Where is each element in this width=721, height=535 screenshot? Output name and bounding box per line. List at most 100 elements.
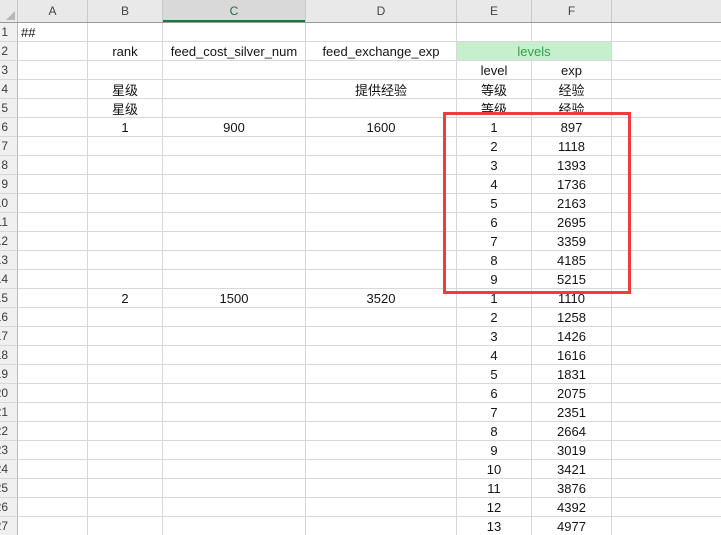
cell-C12[interactable] <box>163 232 306 251</box>
cell-E27[interactable]: 13 <box>457 517 532 535</box>
row-header-8[interactable]: 8 <box>0 156 18 175</box>
row-header-27[interactable]: 27 <box>0 517 18 535</box>
cell-G20[interactable] <box>612 384 721 403</box>
cell-D27[interactable] <box>306 517 457 535</box>
cell-A26[interactable] <box>18 498 88 517</box>
cell-C14[interactable] <box>163 270 306 289</box>
row-header-22[interactable]: 22 <box>0 422 18 441</box>
cell-F8[interactable]: 1393 <box>532 156 612 175</box>
cell-F13[interactable]: 4185 <box>532 251 612 270</box>
cell-A27[interactable] <box>18 517 88 535</box>
cell-F12[interactable]: 3359 <box>532 232 612 251</box>
row-header-2[interactable]: 2 <box>0 42 18 61</box>
cell-A19[interactable] <box>18 365 88 384</box>
cell-B9[interactable] <box>88 175 163 194</box>
cell-G4[interactable] <box>612 80 721 99</box>
cell-F22[interactable]: 2664 <box>532 422 612 441</box>
cell-E12[interactable]: 7 <box>457 232 532 251</box>
cell-B22[interactable] <box>88 422 163 441</box>
cell-D23[interactable] <box>306 441 457 460</box>
cell-B5[interactable]: 星级 <box>88 99 163 118</box>
cell-C18[interactable] <box>163 346 306 365</box>
cell-E5[interactable]: 等级 <box>457 99 532 118</box>
cell-D26[interactable] <box>306 498 457 517</box>
cell-G9[interactable] <box>612 175 721 194</box>
row-header-3[interactable]: 3 <box>0 61 18 80</box>
cell-G3[interactable] <box>612 61 721 80</box>
cell-C21[interactable] <box>163 403 306 422</box>
cell-A5[interactable] <box>18 99 88 118</box>
cell-B2[interactable]: rank <box>88 42 163 61</box>
cell-F1[interactable] <box>532 23 612 42</box>
cell-D5[interactable] <box>306 99 457 118</box>
cell-E1[interactable] <box>457 23 532 42</box>
cell-F6[interactable]: 897 <box>532 118 612 137</box>
row-header-18[interactable]: 18 <box>0 346 18 365</box>
cell-A17[interactable] <box>18 327 88 346</box>
cell-C3[interactable] <box>163 61 306 80</box>
row-header-14[interactable]: 14 <box>0 270 18 289</box>
cell-E9[interactable]: 4 <box>457 175 532 194</box>
cell-C2[interactable]: feed_cost_silver_num <box>163 42 306 61</box>
cell-D17[interactable] <box>306 327 457 346</box>
cell-A11[interactable] <box>18 213 88 232</box>
cell-E13[interactable]: 8 <box>457 251 532 270</box>
cell-G12[interactable] <box>612 232 721 251</box>
cell-E11[interactable]: 6 <box>457 213 532 232</box>
row-header-13[interactable]: 13 <box>0 251 18 270</box>
cell-D10[interactable] <box>306 194 457 213</box>
cell-A20[interactable] <box>18 384 88 403</box>
cell-A16[interactable] <box>18 308 88 327</box>
cell-B20[interactable] <box>88 384 163 403</box>
cell-A9[interactable] <box>18 175 88 194</box>
cell-C1[interactable] <box>163 23 306 42</box>
cell-G11[interactable] <box>612 213 721 232</box>
cell-D24[interactable] <box>306 460 457 479</box>
cell-B18[interactable] <box>88 346 163 365</box>
cell-G26[interactable] <box>612 498 721 517</box>
cell-B24[interactable] <box>88 460 163 479</box>
cell-D13[interactable] <box>306 251 457 270</box>
row-header-5[interactable]: 5 <box>0 99 18 118</box>
cell-D4[interactable]: 提供经验 <box>306 80 457 99</box>
cell-B16[interactable] <box>88 308 163 327</box>
cell-E18[interactable]: 4 <box>457 346 532 365</box>
cell-G2[interactable] <box>612 42 721 61</box>
cell-A18[interactable] <box>18 346 88 365</box>
cell-D15[interactable]: 3520 <box>306 289 457 308</box>
cell-D25[interactable] <box>306 479 457 498</box>
row-header-26[interactable]: 26 <box>0 498 18 517</box>
row-header-23[interactable]: 23 <box>0 441 18 460</box>
cell-F23[interactable]: 3019 <box>532 441 612 460</box>
row-header-20[interactable]: 20 <box>0 384 18 403</box>
row-header-10[interactable]: 10 <box>0 194 18 213</box>
cell-F17[interactable]: 1426 <box>532 327 612 346</box>
cell-D21[interactable] <box>306 403 457 422</box>
row-header-7[interactable]: 7 <box>0 137 18 156</box>
cell-F5[interactable]: 经验 <box>532 99 612 118</box>
cell-B8[interactable] <box>88 156 163 175</box>
cell-E20[interactable]: 6 <box>457 384 532 403</box>
cell-B19[interactable] <box>88 365 163 384</box>
cell-E14[interactable]: 9 <box>457 270 532 289</box>
row-header-6[interactable]: 6 <box>0 118 18 137</box>
cell-D7[interactable] <box>306 137 457 156</box>
cell-A13[interactable] <box>18 251 88 270</box>
select-all-corner[interactable] <box>0 0 18 22</box>
cell-G21[interactable] <box>612 403 721 422</box>
cell-D12[interactable] <box>306 232 457 251</box>
cell-C25[interactable] <box>163 479 306 498</box>
cell-G18[interactable] <box>612 346 721 365</box>
cell-B21[interactable] <box>88 403 163 422</box>
cell-E26[interactable]: 12 <box>457 498 532 517</box>
column-header-C[interactable]: C <box>163 0 306 22</box>
cell-D11[interactable] <box>306 213 457 232</box>
cell-C16[interactable] <box>163 308 306 327</box>
cell-C4[interactable] <box>163 80 306 99</box>
cell-G16[interactable] <box>612 308 721 327</box>
cell-B11[interactable] <box>88 213 163 232</box>
cell-E25[interactable]: 11 <box>457 479 532 498</box>
cell-D6[interactable]: 1600 <box>306 118 457 137</box>
cell-E3[interactable]: level <box>457 61 532 80</box>
cell-B7[interactable] <box>88 137 163 156</box>
